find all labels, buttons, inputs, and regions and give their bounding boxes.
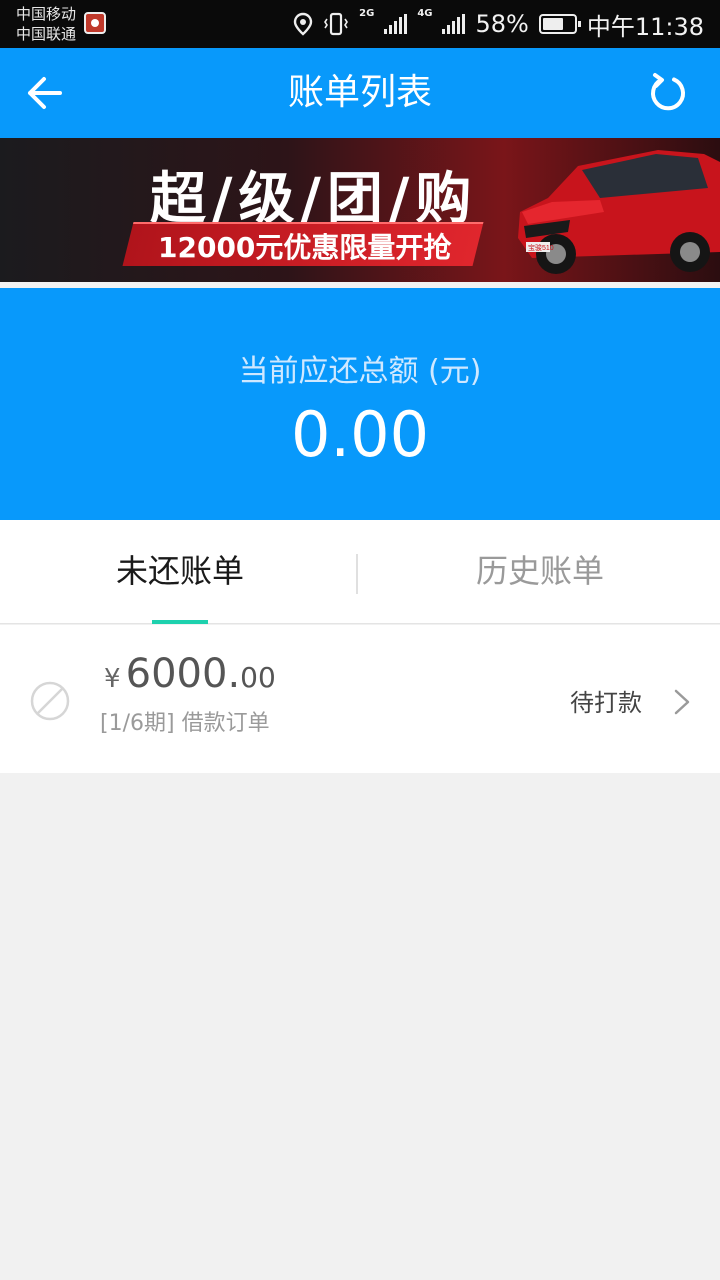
chevron-right-icon	[674, 689, 690, 715]
back-arrow-icon	[28, 77, 62, 109]
battery-icon	[538, 14, 581, 34]
page-title: 账单列表	[287, 72, 432, 113]
carrier-1: 中国移动	[16, 5, 77, 23]
summary-panel: 当前应还总额 (元) 0.00	[0, 288, 720, 520]
carrier-app-icon	[84, 12, 106, 34]
network-type-2: 4G	[417, 8, 433, 19]
status-icons: 2G 4G 58% 中午11:38	[293, 0, 704, 48]
amount-decimal: 00	[240, 661, 276, 694]
bill-description: [1/6期] 借款订单	[100, 711, 270, 736]
car-badge: 宝骏510	[528, 243, 554, 252]
car-image: 宝骏510	[518, 150, 720, 274]
bill-tabs: 未还账单 历史账单	[0, 520, 720, 624]
tab-unpaid-bills[interactable]: 未还账单	[0, 520, 360, 624]
carrier-2: 中国联通	[16, 25, 77, 43]
carrier-info: 中国移动 中国联通	[16, 4, 76, 44]
disabled-circle-icon	[30, 681, 70, 721]
signal-icon	[442, 14, 466, 34]
tab-history-bills[interactable]: 历史账单	[360, 520, 720, 624]
vibrate-icon	[324, 12, 349, 36]
amount-integer: 6000.	[125, 651, 241, 697]
location-icon	[293, 12, 313, 36]
network-type-1: 2G	[359, 8, 375, 19]
total-due-amount: 0.00	[290, 398, 430, 471]
status-bar: 中国移动 中国联通 2G 4G 58% 中午11:38	[0, 0, 720, 48]
active-tab-indicator	[152, 620, 208, 624]
bill-amount: ¥ 6000.00	[104, 651, 276, 697]
tab-divider	[356, 554, 358, 594]
bill-status: 待打款	[570, 689, 642, 717]
refresh-button[interactable]	[644, 70, 690, 116]
back-button[interactable]	[20, 70, 70, 116]
currency-symbol: ¥	[104, 664, 121, 694]
signal-icon	[384, 14, 408, 34]
total-due-label: 当前应还总额 (元)	[238, 354, 482, 389]
refresh-icon	[651, 73, 685, 111]
title-bar: 账单列表	[0, 48, 720, 138]
promo-banner[interactable]: 超/级/团/购 12000元优惠限量开抢 宝骏510	[0, 138, 720, 282]
banner-subtitle: 12000元优惠限量开抢	[158, 231, 452, 264]
clock: 中午11:38	[586, 12, 704, 41]
battery-percent: 58%	[475, 10, 529, 38]
list-item[interactable]: ¥ 6000.00 [1/6期] 借款订单 待打款	[0, 625, 720, 773]
